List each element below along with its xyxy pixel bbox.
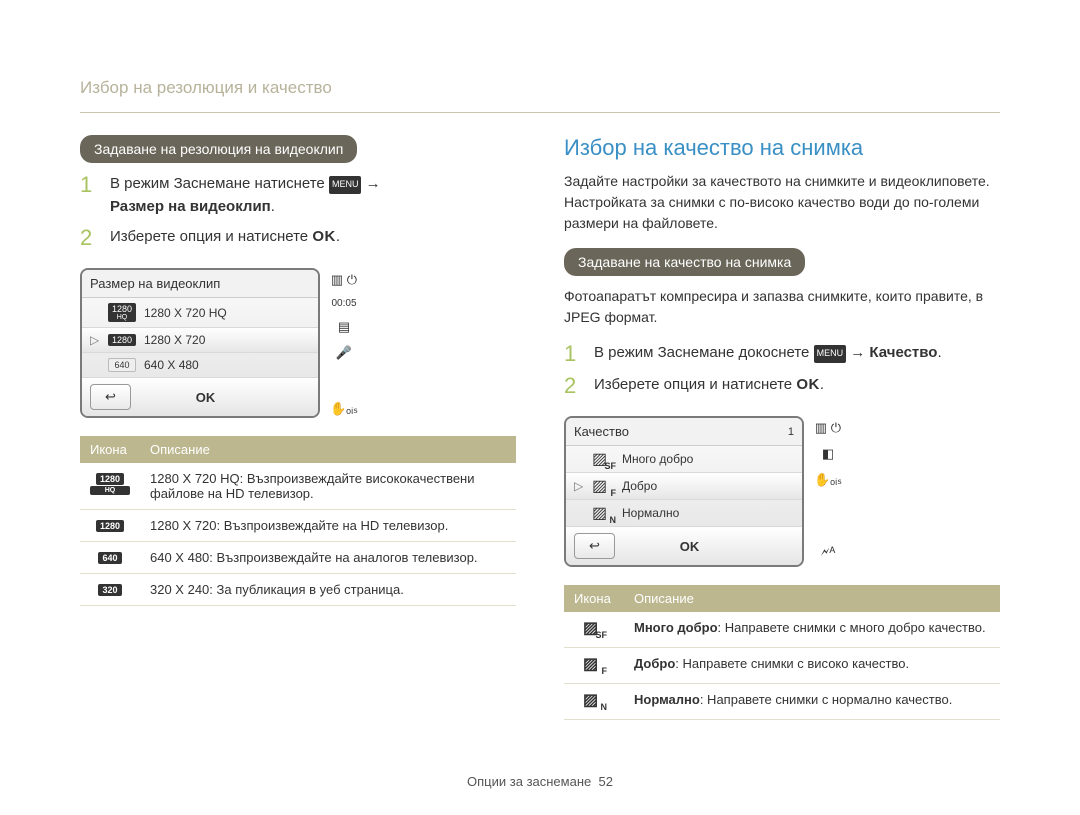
lcd-title: Размер на видеоклип: [90, 276, 220, 291]
resolution-tag: 640: [108, 358, 136, 372]
quality-icon: F: [583, 656, 605, 672]
lcd-quality: Качество 1 SF Много добро ▷ F Добро: [564, 416, 804, 567]
back-button[interactable]: ↩: [90, 384, 131, 410]
step-2: 2 Изберете опция и натиснете OK.: [80, 226, 516, 250]
photo-quality-table: Икона Описание SF Много добро: Направете…: [564, 585, 1000, 720]
cell-desc: 640 X 480: Възпроизвеждайте на аналогов …: [140, 542, 516, 574]
ois-icon: ✋ₒᵢₛ: [814, 472, 842, 488]
item-label: 640 X 480: [144, 358, 199, 372]
size-icon: ◧: [822, 446, 834, 462]
item-label: Добро: [622, 479, 657, 493]
step-2: 2 Изберете опция и натиснете OK.: [564, 374, 1000, 398]
cell-desc: 1280 X 720: Възпроизвеждайте на HD телев…: [140, 510, 516, 542]
table-row: F Добро: Направете снимки с високо качес…: [564, 648, 1000, 684]
th-desc: Описание: [140, 436, 516, 463]
list-item[interactable]: ▷ 1280 1280 X 720: [82, 328, 318, 353]
right-column: Избор на качество на снимка Задайте наст…: [564, 135, 1000, 720]
table-row: 320 320 X 240: За публикация в уеб стран…: [80, 574, 516, 606]
item-label: Много добро: [622, 452, 693, 466]
quality-icon: F: [592, 478, 614, 494]
resolution-tag: 1280HQ: [108, 303, 136, 322]
pill-photo-quality: Задаване на качество на снимка: [564, 248, 805, 276]
quality-icon: SF: [583, 620, 605, 636]
quality-icon: SF: [592, 451, 614, 467]
step-1: 1 В режим Заснемане докоснете MENU → Кач…: [564, 342, 1000, 366]
list-item[interactable]: N Нормално: [566, 500, 802, 527]
lcd-side-icons: ▥ ⏻ ◧ ✋ₒᵢₛ 🗲ᴬ: [814, 416, 842, 560]
left-column: Задаване на резолюция на видеоклип 1 В р…: [80, 135, 516, 720]
step-text: Изберете опция и натиснете: [110, 228, 312, 245]
th-icon: Икона: [80, 436, 140, 463]
table-row: SF Много добро: Направете снимки с много…: [564, 612, 1000, 648]
time-label: 00:05: [331, 298, 356, 309]
th-icon: Икона: [564, 585, 624, 612]
item-label: Нормално: [622, 506, 679, 520]
step-number: 2: [80, 226, 98, 250]
paragraph: Фотоапаратът компресира и запазва снимки…: [564, 286, 1000, 328]
cell-desc: 1280 X 720 HQ: Възпроизвеждайте високока…: [140, 463, 516, 510]
card-icon: ▤: [338, 319, 350, 335]
battery-icon: ▥ ⏻: [331, 272, 357, 288]
cell-desc: Добро: Направете снимки с високо качеств…: [624, 648, 1000, 684]
quality-icon: N: [592, 505, 614, 521]
list-item[interactable]: 1280HQ 1280 X 720 HQ: [82, 298, 318, 328]
lcd-side-icons: ▥ ⏻ 00:05 ▤ 🎤 ✋ₒᵢₛ: [330, 268, 358, 417]
step-number: 1: [80, 173, 98, 218]
ok-glyph: OK: [796, 376, 820, 393]
table-row: 640 640 X 480: Възпроизвеждайте на анало…: [80, 542, 516, 574]
cursor-icon: ▷: [90, 333, 100, 347]
arrow: →: [850, 344, 869, 361]
cursor-icon: ▷: [574, 479, 584, 493]
back-button[interactable]: ↩: [574, 533, 615, 559]
ok-button[interactable]: OK: [196, 390, 216, 405]
ok-glyph: OK: [312, 228, 336, 245]
page-footer: Опции за заснемане 52: [0, 774, 1080, 789]
item-label: 1280 X 720 HQ: [144, 306, 227, 320]
section-heading: Избор на качество на снимка: [564, 135, 1000, 161]
list-item[interactable]: SF Много добро: [566, 446, 802, 473]
step-target: Качество: [869, 344, 937, 361]
step-text: В режим Заснемане докоснете: [594, 344, 814, 361]
table-row: 1280 1280 X 720: Възпроизвеждайте на HD …: [80, 510, 516, 542]
menu-icon: MENU: [814, 345, 847, 363]
video-resolution-table: Икона Описание 1280HQ 1280 X 720 HQ: Въз…: [80, 436, 516, 606]
step-1: 1 В режим Заснемане натиснете MENU → Раз…: [80, 173, 516, 218]
arrow: →: [366, 175, 381, 192]
battery-icon: ▥ ⏻: [815, 420, 841, 436]
intro-paragraph: Задайте настройки за качеството на снимк…: [564, 171, 1000, 234]
table-row: N Нормално: Направете снимки с нормално …: [564, 684, 1000, 720]
item-label: 1280 X 720: [144, 333, 205, 347]
table-row: 1280HQ 1280 X 720 HQ: Възпроизвеждайте в…: [80, 463, 516, 510]
ok-button[interactable]: OK: [680, 539, 700, 554]
step-text: Изберете опция и натиснете: [594, 376, 796, 393]
menu-icon: MENU: [329, 176, 362, 194]
cell-desc: 320 X 240: За публикация в уеб страница.: [140, 574, 516, 606]
th-desc: Описание: [624, 585, 1000, 612]
lcd-title: Качество: [574, 424, 629, 439]
pill-video-resolution: Задаване на резолюция на видеоклип: [80, 135, 357, 163]
step-target: Размер на видеоклип: [110, 198, 271, 215]
resolution-tag: 1280: [108, 334, 136, 346]
lcd-count: 1: [788, 426, 794, 438]
quality-icon: N: [583, 692, 605, 708]
mic-icon: 🎤: [336, 345, 352, 361]
cell-desc: Много добро: Направете снимки с много до…: [624, 612, 1000, 648]
divider: [80, 112, 1000, 113]
cell-desc: Нормално: Направете снимки с нормално ка…: [624, 684, 1000, 720]
list-item[interactable]: 640 640 X 480: [82, 353, 318, 378]
ois-icon: ✋ₒᵢₛ: [330, 401, 358, 417]
step-number: 1: [564, 342, 582, 366]
step-number: 2: [564, 374, 582, 398]
list-item[interactable]: ▷ F Добро: [566, 473, 802, 500]
step-text: В режим Заснемане натиснете: [110, 175, 329, 192]
breadcrumb: Избор на резолюция и качество: [80, 78, 1000, 98]
lcd-video-size: Размер на видеоклип 1280HQ 1280 X 720 HQ…: [80, 268, 320, 418]
flash-icon: 🗲ᴬ: [821, 544, 836, 560]
